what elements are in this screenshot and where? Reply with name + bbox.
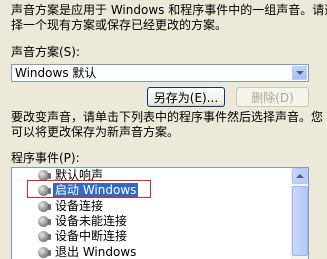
dropdown-button[interactable] xyxy=(292,66,307,80)
sound-scheme-value: Windows 默认 xyxy=(15,66,97,80)
speaker-icon xyxy=(38,216,51,227)
program-events-label: 程序事件(P): xyxy=(11,151,80,165)
event-item-label: 设备连接 xyxy=(55,199,104,213)
scroll-up-button[interactable] xyxy=(292,168,308,184)
highlight-box xyxy=(27,180,151,198)
speaker-icon xyxy=(38,231,51,242)
description-line-1: 声音方案是应用于 Windows 和程序事件中的一组声音。请选 xyxy=(11,3,327,17)
sound-scheme-label: 声音方案(S): xyxy=(11,45,81,59)
speaker-icon xyxy=(38,247,51,258)
event-item-device-disconnect[interactable]: 设备中断连接 xyxy=(12,229,292,244)
events-scrollbar[interactable] xyxy=(291,168,308,259)
event-item-label: 设备未能连接 xyxy=(55,214,128,228)
instructions-line-2: 可以将更改保存为新声音方案。 xyxy=(11,125,180,139)
scroll-thumb[interactable] xyxy=(292,186,308,256)
save-as-button[interactable]: 另存为(E)... xyxy=(147,87,225,107)
chevron-down-icon xyxy=(295,71,304,75)
event-item-label: 退出 Windows xyxy=(55,245,137,259)
scroll-up-arrow-icon xyxy=(296,174,304,178)
speaker-icon xyxy=(38,201,51,212)
delete-button-label: 删除(D) xyxy=(251,90,294,105)
delete-button[interactable]: 删除(D) xyxy=(236,87,309,107)
instructions-line-1: 要改变声音，请单击下列表中的程序事件然后选择声音。您 xyxy=(11,110,324,124)
event-item-windows-exit[interactable]: 退出 Windows xyxy=(12,245,292,259)
event-item-device-failed-connect[interactable]: 设备未能连接 xyxy=(12,214,292,229)
event-item-label: 设备中断连接 xyxy=(55,229,128,243)
save-as-button-label: 另存为(E)... xyxy=(153,90,219,105)
description-line-2: 择一个现有方案或保存已经更改的方案。 xyxy=(11,18,228,32)
sound-scheme-dropdown[interactable]: Windows 默认 xyxy=(11,64,309,82)
event-item-device-connect[interactable]: 设备连接 xyxy=(12,199,292,214)
